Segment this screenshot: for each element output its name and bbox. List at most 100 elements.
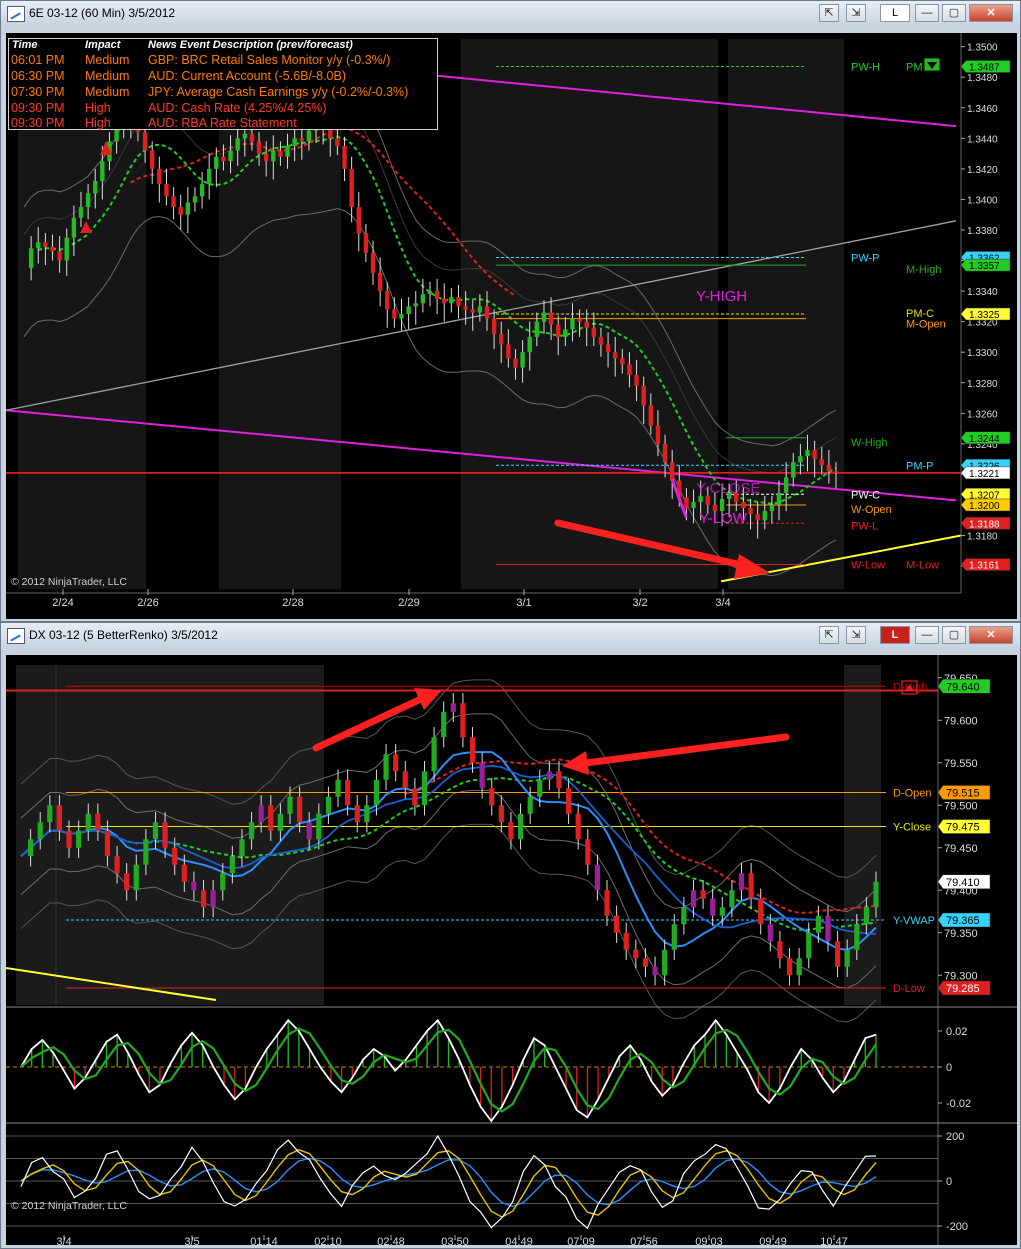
level-label: D-Low [893, 983, 925, 995]
y-tick-label: 1.3480 [967, 73, 998, 84]
candle-body [769, 504, 775, 512]
x-tick-label: 09:49 [759, 1236, 787, 1245]
renko-brick [633, 949, 639, 959]
renko-brick [758, 898, 764, 925]
price-tag-label: 79.515 [946, 788, 980, 800]
candle-body [377, 272, 383, 292]
link-l-button[interactable]: L [880, 626, 910, 644]
close-button[interactable]: ✕ [969, 626, 1013, 644]
candle-body [449, 297, 454, 304]
news-time: 09:30 PM [11, 116, 65, 130]
top-window-titlebar[interactable]: 6E 03-12 (60 Min) 3/5/2012 ⇱ ⇲ L — ▢ ✕ [1, 1, 1020, 27]
renko-brick [114, 856, 120, 874]
news-impact: Medium [85, 69, 130, 83]
level-label: PW-H [851, 62, 880, 74]
level-label: Y-Close [893, 822, 931, 834]
candle-body [484, 306, 490, 319]
candle-body [370, 252, 376, 273]
candle-body [221, 156, 226, 162]
x-tick-label: 3/4 [715, 597, 730, 609]
candle-body [584, 321, 589, 328]
renko-brick [248, 822, 255, 840]
minimize-button[interactable]: — [915, 4, 939, 22]
renko-brick [517, 813, 524, 840]
y-tick-label: -200 [946, 1221, 968, 1233]
chart-app-icon [7, 628, 25, 644]
candle-body [463, 306, 468, 310]
x-tick-label: 3/2 [632, 597, 647, 609]
candle-body [748, 508, 753, 515]
x-tick-label: 10:47 [820, 1236, 848, 1245]
renko-brick [402, 771, 408, 789]
x-tick-label: 07:09 [567, 1236, 595, 1245]
renko-brick [642, 958, 649, 967]
news-desc: GBP: BRC Retail Sales Monitor y/y (-0.3%… [148, 53, 391, 67]
renko-brick [546, 771, 552, 780]
renko-brick [335, 779, 341, 797]
news-row: 06:30 PM Medium AUD: Current Account (-5… [9, 69, 437, 85]
candle-body [157, 168, 162, 185]
x-tick-label: 03:50 [441, 1236, 469, 1245]
renko-brick [594, 864, 601, 891]
news-time: 07:30 PM [11, 85, 65, 99]
link-l-button[interactable]: L [880, 4, 910, 22]
candle-body [634, 375, 639, 386]
y-tick-label: 1.3500 [967, 43, 998, 54]
news-row: 07:30 PM Medium JPY: Average Cash Earnin… [9, 85, 437, 101]
candle-body [335, 138, 340, 146]
maximize-button[interactable]: ▢ [942, 626, 966, 644]
candle-body [641, 385, 646, 406]
renko-brick [469, 737, 476, 763]
level-label: PM-P [906, 460, 934, 472]
bottom-window-titlebar[interactable]: DX 03-12 (5 BetterRenko) 3/5/2012 ⇱ ⇲ L … [1, 623, 1020, 649]
candle-body [684, 497, 689, 509]
news-header-impact: Impact [85, 39, 121, 51]
lock-button-b[interactable]: ⇲ [846, 4, 866, 22]
renko-brick [393, 754, 399, 772]
candle-body [755, 514, 760, 521]
candle-body [185, 202, 191, 215]
maximize-button[interactable]: ▢ [942, 4, 966, 22]
bottom-copyright: © 2012 NinjaTrader, LLC [11, 1200, 127, 1212]
lock-button-a[interactable]: ⇱ [819, 626, 839, 644]
renko-brick [700, 890, 706, 899]
renko-brick [527, 796, 533, 814]
candle-body [427, 291, 433, 295]
candle-body [271, 150, 276, 162]
price-tag-label: 79.475 [946, 822, 980, 834]
candle-body [620, 358, 625, 365]
x-tick-label: 02:10 [314, 1236, 342, 1245]
candle-body [413, 303, 418, 307]
renko-brick [834, 941, 841, 967]
lock-button-b[interactable]: ⇲ [846, 626, 866, 644]
candle-body [164, 184, 169, 197]
y-tick-label: 1.3460 [967, 104, 998, 115]
lock-button-a[interactable]: ⇱ [819, 4, 839, 22]
renko-brick [239, 839, 245, 857]
candle-body [434, 291, 440, 299]
renko-brick [565, 788, 572, 814]
level-label: PW-C [851, 489, 880, 501]
news-desc: AUD: Current Account (-5.6B/-8.0B) [148, 69, 346, 83]
candle-body [43, 242, 48, 247]
price-tag-label: 79.410 [946, 877, 980, 889]
renko-brick [652, 966, 658, 976]
candle-body [199, 184, 205, 197]
candle-body [819, 459, 824, 466]
renko-brick [383, 754, 389, 780]
bottom-price-panel[interactable]: D-HighD-OpenY-CloseY-VWAPD-Low79.65079.6… [6, 655, 1017, 1245]
candle-body [256, 141, 262, 154]
candle-body [783, 477, 789, 493]
renko-brick [854, 924, 860, 950]
renko-brick [441, 711, 447, 738]
renko-brick [104, 830, 111, 857]
candle-body [741, 501, 746, 509]
close-button[interactable]: ✕ [969, 4, 1013, 22]
candle-body [420, 294, 426, 304]
candle-body [456, 297, 461, 307]
renko-brick [825, 915, 831, 942]
minimize-button[interactable]: — [915, 626, 939, 644]
renko-brick [431, 737, 437, 772]
top-chart-window: 6E 03-12 (60 Min) 3/5/2012 ⇱ ⇲ L — ▢ ✕ P… [0, 0, 1021, 622]
candle-body [71, 217, 77, 238]
